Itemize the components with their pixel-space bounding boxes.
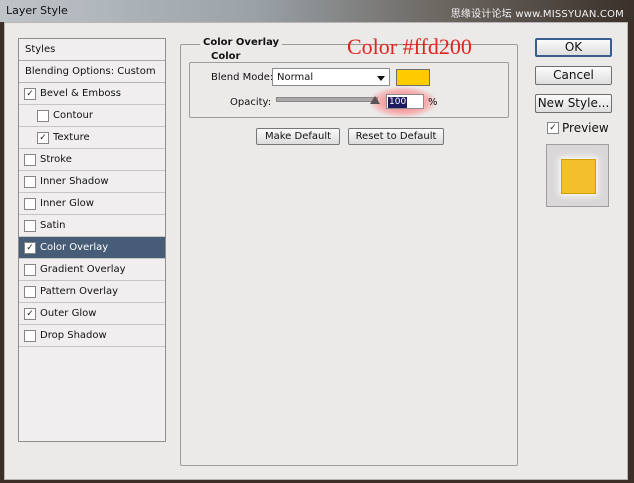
style-item[interactable]: Drop Shadow <box>19 325 165 347</box>
opacity-label: Opacity: <box>230 97 272 108</box>
reset-to-default-button[interactable]: Reset to Default <box>348 128 444 145</box>
style-item-label: Bevel & Emboss <box>40 88 121 99</box>
overlay-color-swatch[interactable] <box>396 69 430 86</box>
opacity-slider-thumb[interactable] <box>370 96 380 104</box>
style-item[interactable]: Inner Glow <box>19 193 165 215</box>
style-checkbox[interactable] <box>37 110 49 122</box>
style-item-label: Pattern Overlay <box>40 286 119 297</box>
window-title: Layer Style <box>6 4 68 17</box>
style-checkbox[interactable] <box>24 198 36 210</box>
style-checkbox[interactable]: ✓ <box>24 88 36 100</box>
style-item[interactable]: Inner Shadow <box>19 171 165 193</box>
style-checkbox[interactable] <box>24 286 36 298</box>
style-checkbox[interactable] <box>24 330 36 342</box>
style-item[interactable]: Contour <box>19 105 165 127</box>
style-checkbox[interactable] <box>24 220 36 232</box>
color-annotation: Color #ffd200 <box>347 34 472 59</box>
style-item[interactable]: Satin <box>19 215 165 237</box>
title-bar: Layer Style 思缘设计论坛 www.MISSYUAN.COM <box>0 0 634 22</box>
style-item-label: Inner Shadow <box>40 176 109 187</box>
style-item[interactable]: Gradient Overlay <box>19 259 165 281</box>
make-default-button[interactable]: Make Default <box>256 128 340 145</box>
style-checkbox[interactable] <box>24 176 36 188</box>
style-item-label: Color Overlay <box>40 242 109 253</box>
opacity-value: 100 <box>388 97 408 108</box>
styles-header[interactable]: Styles <box>19 39 165 61</box>
style-checkbox[interactable] <box>24 264 36 276</box>
style-item[interactable]: Pattern Overlay <box>19 281 165 303</box>
style-item[interactable]: ✓ Color Overlay <box>19 237 165 259</box>
new-style-button[interactable]: New Style... <box>535 94 612 113</box>
layer-style-dialog: Styles Blending Options: Custom ✓ Bevel &… <box>4 22 628 480</box>
style-item-label: Texture <box>53 132 90 143</box>
ok-button[interactable]: OK <box>535 38 612 57</box>
style-item-label: Stroke <box>40 154 72 165</box>
style-item-label: Contour <box>53 110 93 121</box>
preview-checkbox[interactable]: ✓ <box>547 122 559 134</box>
blending-options-item[interactable]: Blending Options: Custom <box>19 61 165 83</box>
opacity-unit: % <box>428 97 438 108</box>
style-item-label: Satin <box>40 220 66 231</box>
style-item[interactable]: ✓ Texture <box>19 127 165 149</box>
style-checkbox[interactable] <box>24 154 36 166</box>
opacity-slider-track[interactable] <box>276 97 378 102</box>
style-item-label: Outer Glow <box>40 308 97 319</box>
blend-mode-value: Normal <box>277 72 314 83</box>
style-item-label: Drop Shadow <box>40 330 107 341</box>
style-checkbox[interactable]: ✓ <box>24 308 36 320</box>
style-list: ✓ Bevel & Emboss Contour ✓ Texture Stroke Inne… <box>19 83 165 347</box>
style-item[interactable]: Stroke <box>19 149 165 171</box>
preview-label: Preview <box>562 121 609 135</box>
watermark: 思缘设计论坛 www.MISSYUAN.COM <box>450 9 624 20</box>
preview-box <box>546 144 609 207</box>
color-subgroup-title: Color <box>208 51 244 62</box>
color-overlay-title: Color Overlay <box>200 37 283 48</box>
preview-swatch <box>561 159 596 194</box>
blend-mode-label: Blend Mode: <box>211 72 274 83</box>
blend-mode-select[interactable]: Normal <box>272 68 390 86</box>
cancel-button[interactable]: Cancel <box>535 66 612 85</box>
style-item-label: Gradient Overlay <box>40 264 126 275</box>
style-item-label: Inner Glow <box>40 198 94 209</box>
style-item[interactable]: ✓ Outer Glow <box>19 303 165 325</box>
opacity-input[interactable]: 100 <box>386 94 424 109</box>
style-checkbox[interactable]: ✓ <box>37 132 49 144</box>
style-item[interactable]: ✓ Bevel & Emboss <box>19 83 165 105</box>
style-checkbox[interactable]: ✓ <box>24 242 36 254</box>
chevron-down-icon <box>377 76 385 81</box>
styles-panel: Styles Blending Options: Custom ✓ Bevel &… <box>18 38 166 442</box>
